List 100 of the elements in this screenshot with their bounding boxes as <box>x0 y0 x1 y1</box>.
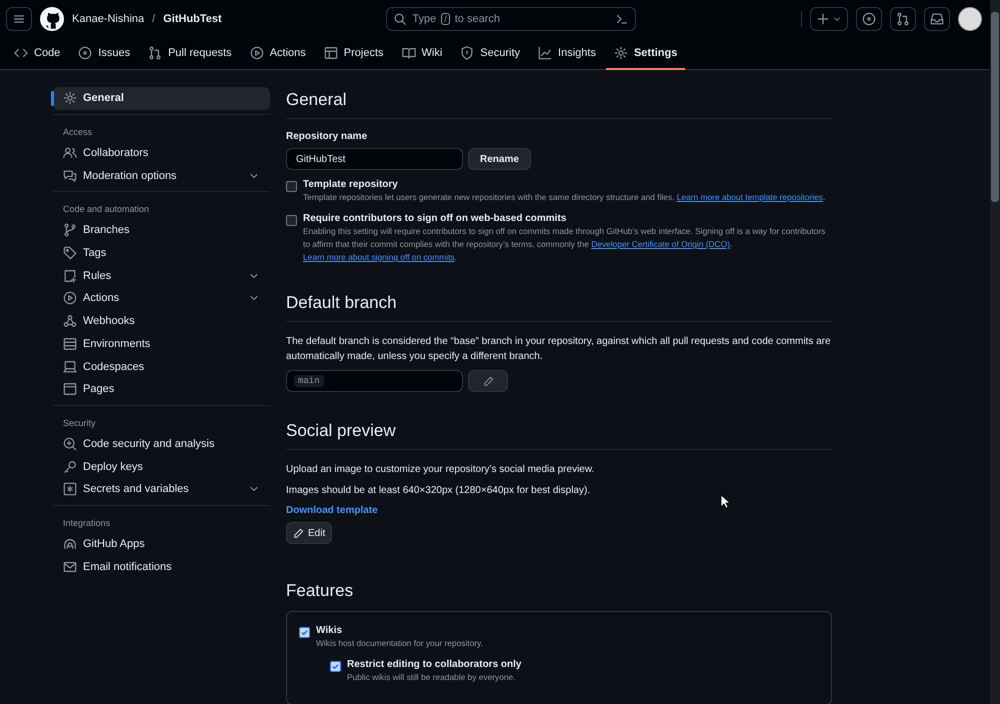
settings-icon <box>63 91 77 106</box>
inbox-button[interactable] <box>924 7 950 31</box>
cursor-icon <box>720 494 730 509</box>
shield-icon <box>460 46 474 60</box>
sidebar-item[interactable]: Email notifications <box>53 555 270 578</box>
checkbox[interactable] <box>286 181 297 192</box>
sidebar-item[interactable]: Tags <box>53 242 270 264</box>
checkbox[interactable] <box>299 627 310 638</box>
create-button[interactable] <box>810 7 848 31</box>
breadcrumb-separator: / <box>152 13 156 25</box>
sidebar-item[interactable]: Actions <box>53 287 270 310</box>
sidebar-item[interactable]: Webhooks <box>53 310 270 332</box>
pencil-icon <box>482 376 494 386</box>
graph-icon <box>538 46 552 60</box>
issue-icon <box>862 12 876 26</box>
branch-icon <box>63 223 77 238</box>
sidebar-item[interactable]: GitHub Apps <box>53 532 270 556</box>
section-description: Upload an image to customize your repository’s social media preview. <box>286 463 596 477</box>
pull-requests-button[interactable] <box>890 7 916 31</box>
rule-icon <box>63 268 77 283</box>
repo-tab[interactable]: Projects <box>316 38 392 70</box>
option-label: Template repository <box>303 179 399 190</box>
option-description: Template repositories let users generate new repositories with the same directory structure and files. Learn more about template repositories. <box>303 191 826 204</box>
repo-tab[interactable]: Actions <box>242 38 314 70</box>
sidebar-item[interactable]: Deploy keys <box>53 455 270 478</box>
browser-icon <box>63 382 77 396</box>
rename-button[interactable]: Rename <box>468 148 531 170</box>
octocat-logo[interactable] <box>40 7 64 31</box>
section-title: Default branch <box>286 290 832 322</box>
sidebar-heading: Integrations <box>62 516 112 530</box>
sidebar-item[interactable]: Pages <box>53 378 270 401</box>
issues-button[interactable] <box>856 7 882 31</box>
sidebar-item[interactable]: Code security and analysis <box>53 432 270 456</box>
settings-icon <box>614 46 628 60</box>
book-icon <box>402 46 416 60</box>
section-title: General <box>286 87 832 119</box>
scrollbar[interactable] <box>990 0 1000 704</box>
laptop-icon <box>63 360 77 374</box>
option-label: Restrict editing to collaborators only <box>347 659 522 670</box>
people-icon <box>63 146 77 160</box>
table-icon <box>324 46 338 60</box>
link[interactable]: Developer Certificate of Origin (DCO) <box>591 239 730 249</box>
sidebar-item[interactable]: Rules <box>53 264 270 288</box>
repository-name-field[interactable]: GitHubTest <box>286 148 463 170</box>
sidebar-item[interactable]: Collaborators <box>53 142 270 164</box>
sidebar-item[interactable]: Moderation options <box>53 164 270 188</box>
branch-field[interactable]: main <box>286 370 463 392</box>
webhook-icon <box>63 314 77 328</box>
scan-icon <box>63 436 77 451</box>
sidebar-heading: Code and automation <box>62 203 150 216</box>
download-template-link[interactable]: Download template <box>286 505 378 516</box>
option-label: Require contributors to sign off on web-based commits <box>303 213 568 224</box>
edit-button[interactable]: Edit <box>286 522 332 544</box>
repo-tab[interactable]: Code <box>6 38 68 70</box>
edit-branch-button[interactable] <box>468 370 508 392</box>
repo-tab[interactable]: Insights <box>530 38 604 70</box>
option-description: Wikis host documentation for your repository. <box>316 637 484 650</box>
sidebar-item[interactable]: Secrets and variables <box>53 478 270 501</box>
inbox-icon <box>930 12 944 26</box>
play-icon <box>63 291 77 306</box>
server-icon <box>63 336 77 351</box>
option-description: Public wikis will still be readable by everyone. <box>347 671 517 684</box>
repo-tab[interactable]: Pull requests <box>140 38 240 70</box>
sidebar-item[interactable]: Environments <box>53 332 270 356</box>
key-icon <box>63 460 77 474</box>
option-description: Enabling this setting will require contributors to sign off on commits made through GitHub’s web interface. Signing off is a way for contributors to affirm that their commit complies with the repository’s terms, commonly the Developer Certificate of Origin (DCO). Learn more about signing off on commits. <box>303 225 826 264</box>
section-title: Features <box>286 580 354 602</box>
owner-link[interactable]: Kanae-Nishina <box>72 13 144 25</box>
menu-button[interactable] <box>6 7 32 31</box>
repo-tab[interactable]: Wiki <box>394 38 450 70</box>
apps-icon <box>63 536 77 551</box>
terminal-icon <box>615 12 630 26</box>
link[interactable]: Learn more about template repositories <box>676 192 823 202</box>
section-description: Images should be at least 640×320px (1280×640px for best display). <box>286 484 592 498</box>
pencil-icon <box>293 528 304 538</box>
repo-link[interactable]: GitHubTest <box>163 13 222 25</box>
search-field[interactable]: Type / to search <box>386 7 636 31</box>
mail-icon <box>63 560 77 574</box>
repo-tab[interactable]: Settings <box>606 38 686 70</box>
sidebar-heading: Access <box>62 126 94 139</box>
repo-tab[interactable]: Issues <box>70 38 138 70</box>
issue-icon <box>78 46 92 60</box>
option-label: Wikis <box>316 625 344 636</box>
sidebar-item[interactable]: General <box>53 87 270 110</box>
search-icon <box>393 12 408 26</box>
avatar[interactable] <box>958 7 982 31</box>
plus-icon <box>816 12 830 26</box>
code-icon <box>14 46 28 60</box>
tag-icon <box>63 246 77 260</box>
checkbox[interactable] <box>330 661 341 672</box>
sidebar-item[interactable]: Codespaces <box>53 355 270 378</box>
play-icon <box>250 46 264 60</box>
field-label: Repository name <box>286 131 368 142</box>
chat-icon <box>63 168 77 183</box>
sidebar-item[interactable]: Branches <box>53 219 270 242</box>
repo-tab[interactable]: Security <box>452 38 528 70</box>
link[interactable]: Learn more about signing off on commits <box>303 252 455 262</box>
section-title: Social preview <box>286 418 832 450</box>
section-description: The default branch is considered the “base” branch in your repository, against which all pull requests and code commits are automatically made, unless you specify a different branch. <box>286 335 832 364</box>
checkbox[interactable] <box>286 215 297 226</box>
